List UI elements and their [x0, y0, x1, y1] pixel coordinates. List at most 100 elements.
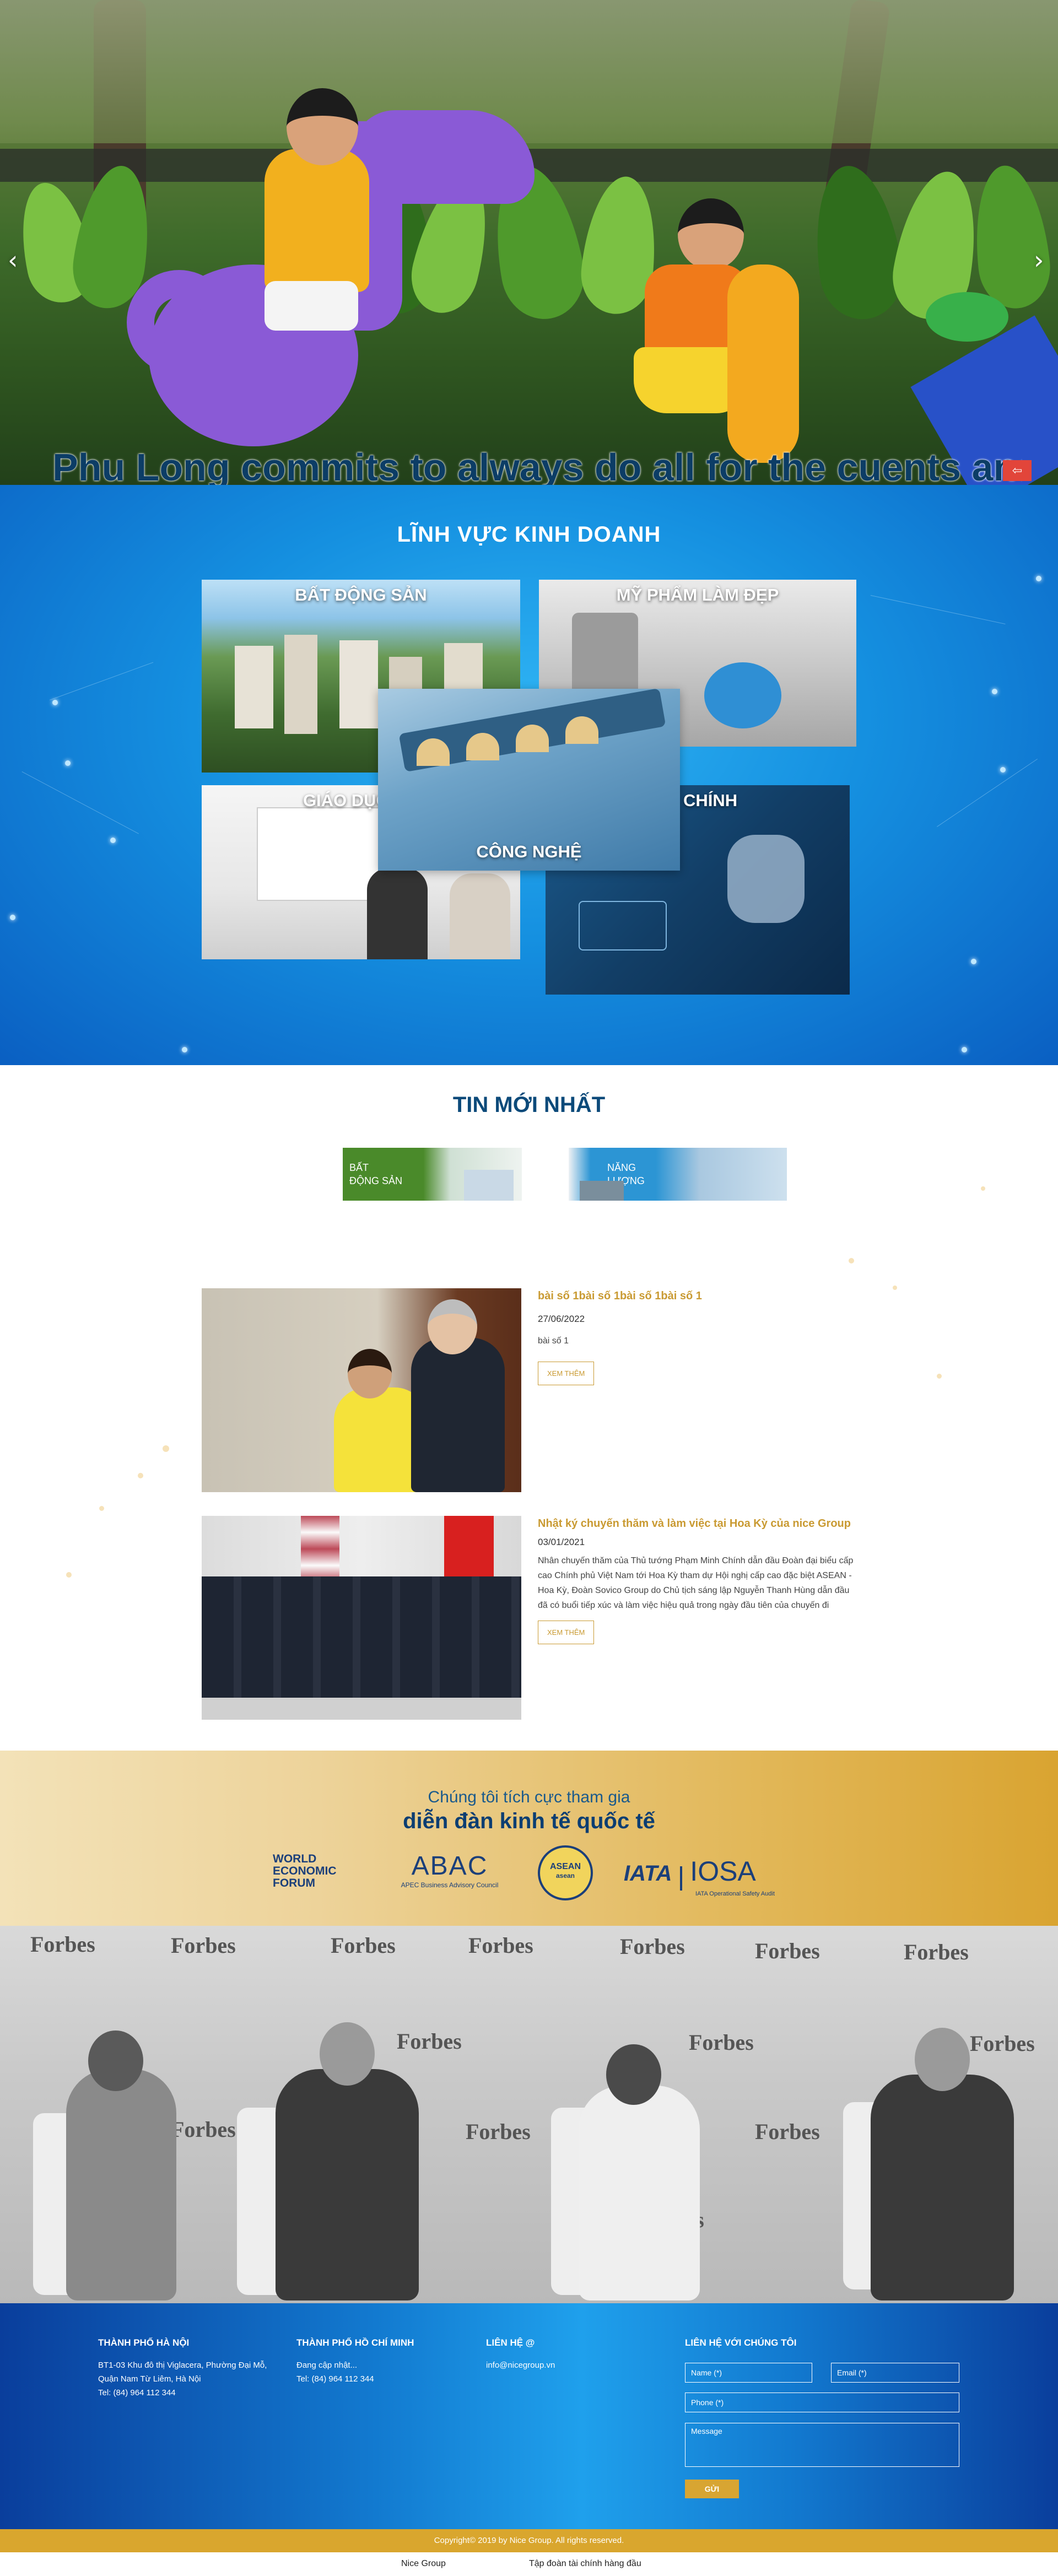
read-more-button[interactable]: XEM THÊM	[538, 1362, 595, 1385]
name-field[interactable]	[685, 2363, 812, 2383]
abac-logo[interactable]: ABAC APEC Business Advisory Council	[389, 1851, 510, 1889]
decor-dot	[138, 1473, 143, 1478]
decor-dot	[849, 1258, 854, 1263]
panelist	[66, 2069, 176, 2300]
tile-label: BẤT ĐỘNG SẢN	[295, 585, 427, 604]
news-item: bài số 1bài số 1bài số 1bài số 1 27/06/2…	[202, 1288, 857, 1492]
hero-caption: Phu Long commits to always do all for th…	[52, 446, 1022, 485]
panelist	[579, 2086, 700, 2300]
forbes-text: Forbes	[755, 1938, 820, 1963]
chart-overlay	[579, 901, 667, 951]
send-button[interactable]: GỬI	[685, 2480, 739, 2498]
logo-text: ASEAN	[549, 1862, 581, 1871]
network-dot	[10, 915, 15, 920]
floor	[202, 1698, 521, 1720]
forbes-text: Forbes	[30, 1932, 95, 1957]
forum-photo: Forbes Forbes Forbes Forbes Forbes Forbe…	[0, 1926, 1058, 2303]
footer-contact: LIÊN HỆ @ info@nicegroup.vn	[486, 2337, 651, 2372]
news-date: 27/06/2022	[538, 1314, 585, 1324]
person	[450, 873, 510, 959]
panelist-head	[320, 2022, 375, 2086]
hero-slider: ‹ › Phu Long commits to always do all fo…	[0, 0, 1058, 485]
decor-dot	[981, 1186, 985, 1191]
news-section: TIN MỚI NHẤT BẤT ĐỘNG SẢN NĂNG LƯỢNG bài…	[0, 1065, 1058, 1751]
tile-label: CÔNG NGHỆ	[476, 842, 582, 861]
playground-seat	[926, 292, 1008, 342]
footer-phone: Tel: (84) 964 112 344	[296, 2374, 374, 2384]
plant-leaf	[805, 160, 909, 325]
copyright: Copyright© 2019 by Nice Group. All right…	[0, 2529, 1058, 2552]
message-field[interactable]	[685, 2423, 959, 2467]
tab-energy[interactable]: NĂNG LƯỢNG	[569, 1148, 787, 1201]
dinosaur-head	[353, 110, 535, 204]
network-line	[937, 758, 1038, 827]
network-dot	[971, 959, 976, 964]
news-excerpt: bài số 1	[538, 1336, 569, 1346]
network-line	[870, 595, 1006, 624]
building	[284, 635, 317, 734]
decor-dot	[163, 1445, 169, 1452]
email-field[interactable]	[831, 2363, 959, 2383]
panelist-head	[606, 2044, 661, 2105]
footer-hanoi: THÀNH PHỐ HÀ NỘI BT1-03 Khu đô thị Vigla…	[98, 2337, 285, 2400]
rocking-toy	[727, 264, 799, 463]
footer-heading: THÀNH PHỐ HỒ CHÍ MINH	[296, 2337, 414, 2348]
forbes-text: Forbes	[331, 1933, 396, 1958]
hand	[727, 835, 805, 923]
iosa-logo[interactable]: IATA IOSA IATA Operational Safety Audit	[624, 1855, 789, 1897]
network-dot	[182, 1047, 187, 1052]
news-item: Nhật ký chuyến thăm và làm việc tại Hoa …	[202, 1516, 857, 1720]
decor-dot	[99, 1506, 104, 1511]
bottom-link[interactable]: Tập đoàn tài chính hàng đầu	[529, 2559, 641, 2569]
forum-title: diễn đàn kinh tế quốc tế	[403, 1809, 655, 1833]
footer-heading: THÀNH PHỐ HÀ NỘI	[98, 2337, 190, 2348]
logo-text: FORUM	[273, 1877, 315, 1889]
footer-phone: Tel: (84) 964 112 344	[98, 2388, 176, 2397]
logo-text: WORLD	[273, 1853, 317, 1865]
logo-text: ECONOMIC	[273, 1865, 337, 1877]
forbes-text: Forbes	[970, 2031, 1035, 2056]
news-headline[interactable]: Nhật ký chuyến thăm và làm việc tại Hoa …	[538, 1516, 857, 1531]
footer-email-link[interactable]: info@nicegroup.vn	[486, 2358, 651, 2372]
bottom-link[interactable]: Nice Group	[401, 2559, 446, 2569]
panelist	[276, 2069, 419, 2300]
slider-next-button[interactable]: ›	[1034, 245, 1044, 275]
tile-technology[interactable]: CÔNG NGHỆ	[378, 689, 680, 871]
forum-section: Chúng tôi tích cực tham gia diễn đàn kin…	[0, 1751, 1058, 1926]
read-more-button[interactable]: XEM THÊM	[538, 1621, 595, 1644]
wef-logo[interactable]: WORLD ECONOMIC FORUM	[273, 1853, 350, 1889]
plant-leaf	[968, 161, 1055, 312]
forum-subtitle: Chúng tôi tích cực tham gia	[428, 1788, 630, 1806]
news-title: TIN MỚI NHẤT	[452, 1093, 606, 1117]
tab-thumbnail	[464, 1170, 514, 1201]
network-dot	[992, 689, 997, 694]
network-line	[50, 662, 154, 700]
person	[367, 868, 428, 959]
bottom-links: Nice Group Tập đoàn tài chính hàng đầu	[0, 2552, 1058, 2576]
child-shorts	[264, 281, 358, 331]
asean-logo[interactable]: ASEAN asean	[538, 1845, 593, 1900]
tile-label: MỸ PHẨM LÀM ĐẸP	[616, 585, 779, 604]
network-dot	[1036, 576, 1041, 581]
forbes-text: Forbes	[397, 2029, 462, 2054]
arrows-icon[interactable]: ⇦	[1003, 460, 1032, 481]
news-image[interactable]	[202, 1288, 521, 1492]
decor-dot	[893, 1286, 897, 1290]
footer-address: BT1-03 Khu đô thị Viglacera, Phường Đại …	[98, 2361, 267, 2370]
news-headline[interactable]: bài số 1bài số 1bài số 1bài số 1	[538, 1288, 857, 1304]
news-image[interactable]	[202, 1516, 521, 1720]
child-shirt	[264, 149, 369, 292]
phone-field[interactable]	[685, 2393, 959, 2412]
forbes-text: Forbes	[904, 1940, 969, 1964]
chevron-left-icon: ‹	[8, 245, 18, 275]
hero-sky	[0, 0, 1058, 143]
slider-prev-button[interactable]: ‹	[8, 245, 18, 275]
person-suit	[411, 1338, 505, 1492]
decor-dot	[66, 1572, 72, 1578]
tab-real-estate[interactable]: BẤT ĐỘNG SẢN	[343, 1148, 522, 1201]
logo-text: IOSA	[690, 1856, 756, 1887]
building	[339, 640, 378, 728]
cosmetic-jar	[704, 662, 781, 728]
forbes-text: Forbes	[171, 2117, 236, 2142]
news-date: 03/01/2021	[538, 1537, 585, 1547]
